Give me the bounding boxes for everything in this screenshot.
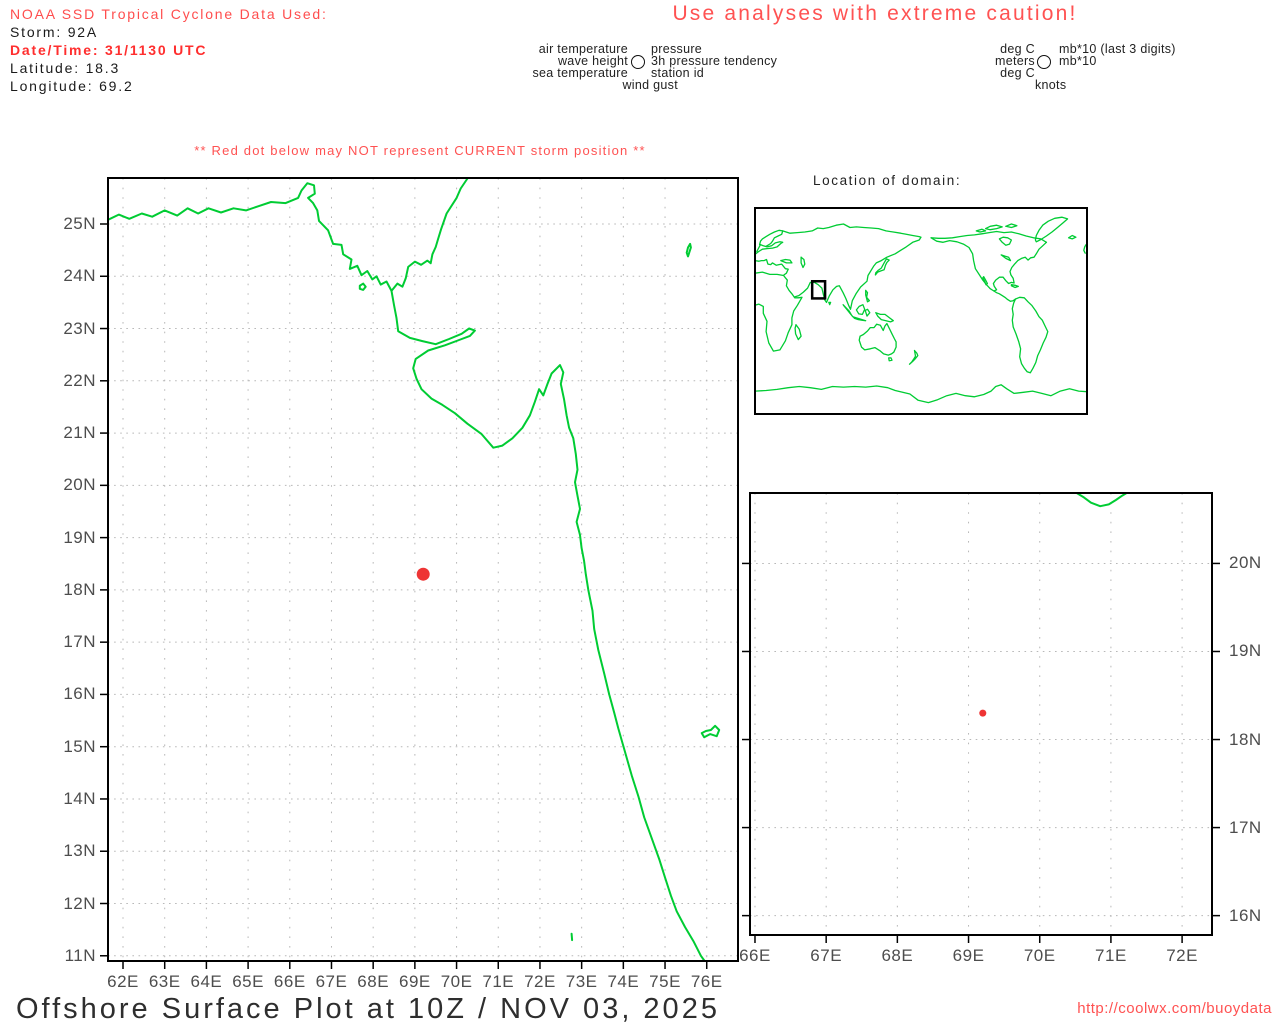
x-tick-label: 68E: [881, 946, 914, 965]
y-tick-label: 19N: [1229, 641, 1262, 661]
y-tick-label: 19N: [63, 527, 96, 547]
y-tick-label: 23N: [63, 318, 96, 338]
y-tick-label: 15N: [63, 736, 96, 756]
y-tick-label: 18N: [1229, 729, 1262, 749]
y-tick-label: 25N: [63, 213, 96, 233]
map-plot-canvas: [100, 177, 1220, 969]
x-tick-label: 67E: [810, 946, 843, 965]
y-tick-label: 17N: [1229, 817, 1262, 837]
y-tick-label: 20N: [63, 475, 96, 495]
source-url-link[interactable]: http://coolwx.com/buoydata: [972, 1000, 1272, 1017]
y-tick-label: 18N: [63, 579, 96, 599]
y-tick-label: 21N: [63, 423, 96, 443]
y-tick-label: 24N: [63, 266, 96, 286]
x-tick-label: 66E: [739, 946, 771, 965]
y-tick-label: 17N: [63, 632, 96, 652]
x-tick-label: 72E: [1166, 946, 1198, 965]
y-tick-label: 12N: [63, 893, 96, 913]
y-tick-label: 11N: [64, 945, 96, 965]
y-tick-label: 14N: [63, 788, 96, 808]
x-tick-label: 69E: [952, 946, 985, 965]
y-tick-label: 20N: [1229, 553, 1262, 573]
y-tick-label: 16N: [1229, 905, 1262, 925]
x-tick-label: 76E: [690, 972, 723, 991]
y-tick-label: 16N: [63, 684, 96, 704]
y-tick-label: 13N: [63, 841, 96, 861]
x-tick-label: 71E: [1095, 946, 1127, 965]
x-tick-label: 70E: [1023, 946, 1056, 965]
y-tick-label: 22N: [63, 370, 96, 390]
plot-title: Offshore Surface Plot at 10Z / NOV 03, 2…: [16, 993, 720, 1025]
